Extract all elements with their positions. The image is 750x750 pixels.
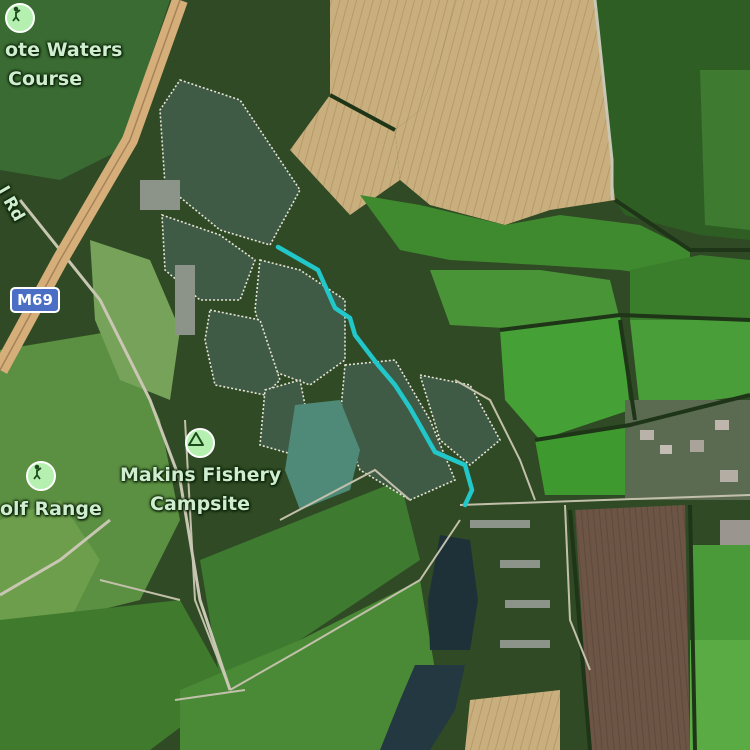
golf-course-label-line2: Course bbox=[8, 68, 83, 90]
campsite-label: Makins Fishery Campsite bbox=[120, 461, 282, 519]
campsite-pin[interactable] bbox=[185, 428, 215, 458]
golf-range-label: olf Range bbox=[0, 498, 102, 520]
motorway-shield: M69 bbox=[10, 287, 60, 313]
satellite-map[interactable]: ote Waters Course olf Range Makins Fishe… bbox=[0, 0, 750, 750]
campsite-label-line1: Makins Fishery bbox=[120, 464, 282, 486]
field-ploughed bbox=[575, 505, 690, 750]
campsite-label-line2: Campsite bbox=[150, 493, 250, 515]
golf-icon bbox=[33, 464, 42, 480]
golf-course-label-line1: ote Waters bbox=[5, 39, 123, 61]
golf-course-pin[interactable] bbox=[5, 3, 35, 33]
golf-range-pin[interactable] bbox=[26, 461, 56, 491]
golf-icon bbox=[12, 6, 21, 22]
campsite-icon bbox=[188, 432, 204, 446]
golf-course-label: ote Waters Course bbox=[5, 36, 122, 94]
map-imagery bbox=[0, 0, 750, 750]
